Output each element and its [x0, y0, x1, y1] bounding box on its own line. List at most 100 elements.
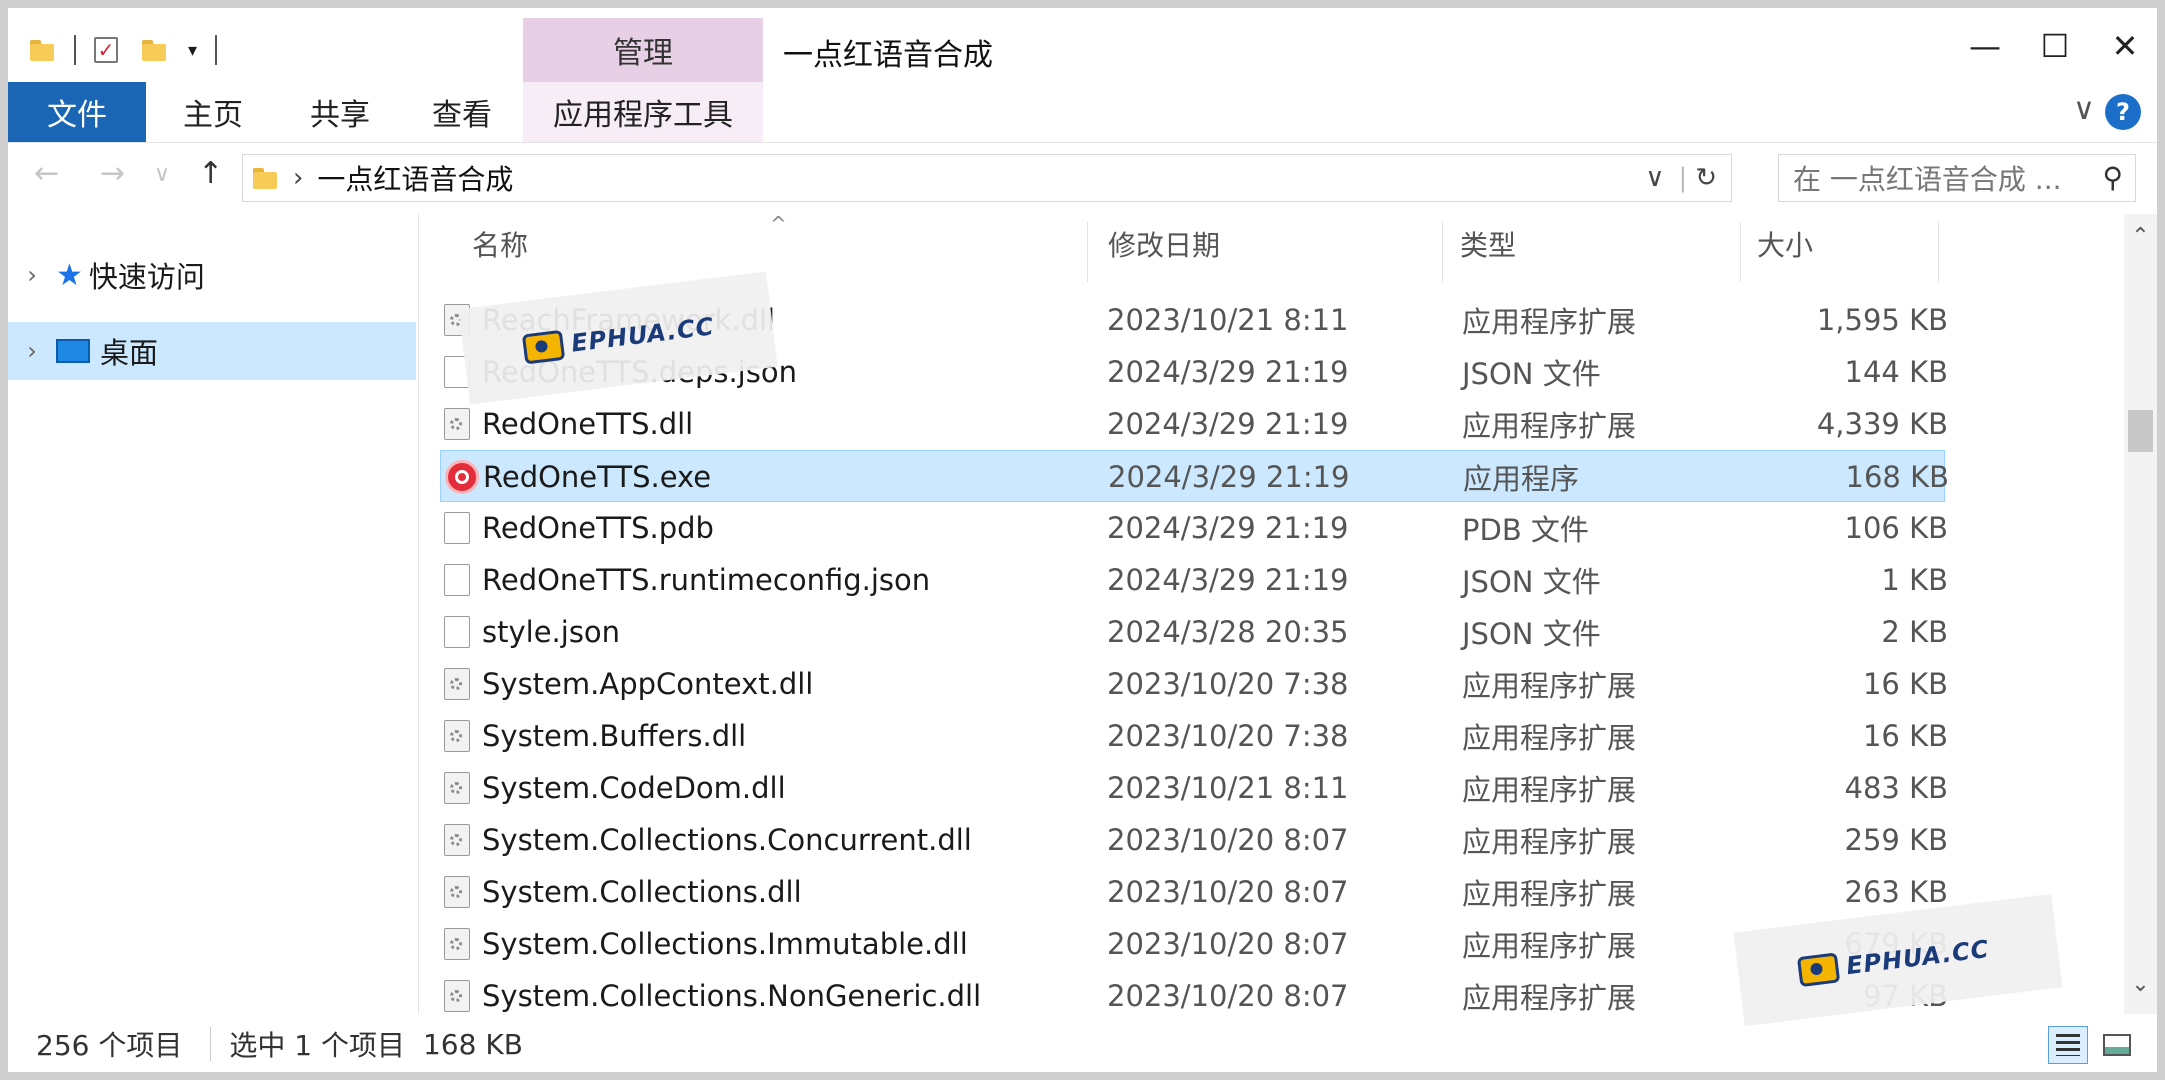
scroll-down-icon[interactable]: ⌄ — [2124, 972, 2157, 997]
file-name: RedOneTTS.exe — [483, 460, 712, 494]
file-size: 2 KB — [1881, 615, 1948, 649]
collapse-ribbon-icon[interactable]: ∨ — [2073, 92, 2095, 127]
large-icons-view-button[interactable] — [2098, 1026, 2138, 1064]
file-icon-cell — [444, 502, 470, 554]
file-size: 483 KB — [1844, 771, 1948, 805]
search-icon[interactable]: ⚲ — [2102, 161, 2123, 194]
address-dropdown-icon[interactable]: ∨ — [1645, 163, 1664, 193]
file-size: 16 KB — [1862, 667, 1948, 701]
file-size: 144 KB — [1844, 355, 1948, 389]
new-folder-icon[interactable] — [142, 37, 168, 63]
tab-application-tools[interactable]: 应用程序工具 — [523, 82, 763, 142]
close-button[interactable]: ✕ — [2095, 26, 2155, 66]
column-divider[interactable] — [1087, 222, 1088, 282]
tab-home[interactable]: 主页 — [163, 82, 263, 142]
vertical-scrollbar[interactable]: ⌃ ⌄ — [2124, 214, 2157, 1014]
up-button[interactable]: ↑ — [198, 156, 223, 191]
file-size: 263 KB — [1844, 875, 1948, 909]
file-name: RedOneTTS.pdb — [482, 511, 714, 545]
table-row[interactable]: RedOneTTS.runtimeconfig.json 2024/3/29 21… — [440, 554, 1948, 606]
window-title: 一点红语音合成 — [783, 38, 993, 73]
toolbar-divider — [74, 35, 76, 65]
column-header-type[interactable]: 类型 — [1460, 214, 1660, 274]
maximize-button[interactable]: ☐ — [2025, 26, 2085, 66]
file-icon-cell — [444, 554, 470, 606]
column-divider[interactable] — [1938, 222, 1939, 282]
item-count: 256 个项目 — [36, 1029, 183, 1062]
scroll-up-icon[interactable]: ⌃ — [2124, 224, 2157, 249]
minimize-button[interactable]: — — [1955, 26, 2015, 66]
file-size: 1,595 KB — [1816, 303, 1948, 337]
address-bar[interactable]: › 一点红语音合成 ∨ | ↻ — [242, 154, 1732, 202]
address-row: ← → ∨ ↑ › 一点红语音合成 ∨ | ↻ 在 一点红语音合成 ... ⚲ — [8, 144, 2157, 208]
modified-date: 2024/3/29 21:19 — [1107, 511, 1349, 545]
dll-file-icon — [444, 824, 470, 856]
back-button[interactable]: ← — [34, 156, 59, 191]
explorer-window: ✓ ▾ 管理 一点红语音合成 — ☐ ✕ 文件 主页 共享 查看 应用程序工具 … — [8, 8, 2157, 1072]
table-row[interactable]: RedOneTTS.exe 2024/3/29 21:19 应用程序 168 KB — [440, 450, 1949, 503]
table-row[interactable]: style.json 2024/3/28 20:35 JSON 文件 2 KB — [440, 606, 1948, 658]
table-row[interactable]: System.Buffers.dll 2023/10/20 7:38 应用程序扩展 1… — [440, 710, 1948, 762]
column-divider[interactable] — [1442, 222, 1443, 282]
help-icon[interactable]: ? — [2105, 94, 2141, 130]
customize-dropdown-icon[interactable]: ▾ — [188, 40, 197, 61]
table-row[interactable]: System.Collections.Concurrent.dll 2023/10… — [440, 814, 1948, 866]
folder-icon — [253, 165, 279, 191]
table-row[interactable]: System.Collections.dll 2023/10/20 8:07 应用程… — [440, 866, 1948, 918]
dll-file-icon — [444, 720, 470, 752]
tab-share[interactable]: 共享 — [290, 82, 390, 142]
modified-date: 2023/10/20 8:07 — [1107, 875, 1349, 909]
table-row[interactable]: RedOneTTS.pdb 2024/3/29 21:19 PDB 文件 106 KB — [440, 502, 1948, 554]
tab-file[interactable]: 文件 — [8, 82, 146, 142]
manage-tab[interactable]: 管理 — [523, 18, 763, 82]
file-icon-cell — [444, 398, 470, 450]
refresh-icon[interactable]: ↻ — [1695, 163, 1717, 193]
recent-locations-icon[interactable]: ∨ — [154, 162, 170, 187]
dll-file-icon — [444, 928, 470, 960]
table-row[interactable]: RedOneTTS.dll 2024/3/29 21:19 应用程序扩展 4,339 … — [440, 398, 1948, 450]
file-size: 106 KB — [1844, 511, 1948, 545]
sidebar-item-label: 快速访问 — [88, 260, 205, 294]
path-chevron-icon[interactable]: › — [293, 163, 303, 193]
sidebar-item-label: 桌面 — [100, 336, 159, 370]
sidebar-item-desktop[interactable]: › 桌面 — [8, 322, 416, 380]
file-icon-cell — [444, 970, 470, 1022]
expand-chevron-icon[interactable]: › — [8, 261, 56, 289]
tab-view[interactable]: 查看 — [412, 82, 512, 142]
dll-file-icon — [444, 668, 470, 700]
modified-date: 2024/3/28 20:35 — [1107, 615, 1349, 649]
file-icon-cell — [444, 762, 470, 814]
forward-button[interactable]: → — [100, 156, 125, 191]
table-row[interactable]: System.CodeDom.dll 2023/10/21 8:11 应用程序扩展 4… — [440, 762, 1948, 814]
properties-icon[interactable]: ✓ — [94, 37, 118, 63]
modified-date: 2023/10/20 7:38 — [1107, 667, 1349, 701]
expand-chevron-icon[interactable]: › — [8, 337, 56, 365]
file-icon-cell — [445, 451, 479, 503]
breadcrumb[interactable]: 一点红语音合成 — [317, 158, 513, 198]
divider: | — [1678, 163, 1688, 193]
details-view-button[interactable] — [2048, 1026, 2088, 1064]
column-header-date[interactable]: 修改日期 — [1108, 214, 1408, 274]
modified-date: 2023/10/20 7:38 — [1107, 719, 1349, 753]
modified-date: 2023/10/21 8:11 — [1107, 771, 1349, 805]
file-size: 168 KB — [1845, 460, 1949, 494]
modified-date: 2023/10/20 8:07 — [1107, 927, 1349, 961]
status-divider — [210, 1027, 212, 1061]
column-header-size[interactable]: 大小 — [1757, 214, 1877, 274]
sidebar-item-quick-access[interactable]: › ★ 快速访问 — [8, 246, 416, 304]
file-size: 16 KB — [1862, 719, 1948, 753]
table-row[interactable]: System.Collections.NonGeneric.dll 2023/10… — [440, 970, 1948, 1022]
dll-file-icon — [444, 772, 470, 804]
column-header-name[interactable]: 名称 — [472, 214, 872, 274]
file-name: style.json — [482, 615, 621, 649]
app-icon — [445, 460, 479, 494]
folder-icon[interactable] — [30, 37, 56, 63]
table-row[interactable]: System.Collections.Immutable.dll 2023/10/… — [440, 918, 1948, 970]
modified-date: 2023/10/21 8:11 — [1107, 303, 1349, 337]
search-input[interactable]: 在 一点红语音合成 ... ⚲ — [1778, 154, 2136, 202]
column-divider[interactable] — [1740, 222, 1741, 282]
selected-size: 168 KB — [422, 1027, 523, 1061]
scroll-thumb[interactable] — [2128, 410, 2153, 452]
table-row[interactable]: System.AppContext.dll 2023/10/20 7:38 应用程序… — [440, 658, 1948, 710]
file-icon-cell — [444, 814, 470, 866]
